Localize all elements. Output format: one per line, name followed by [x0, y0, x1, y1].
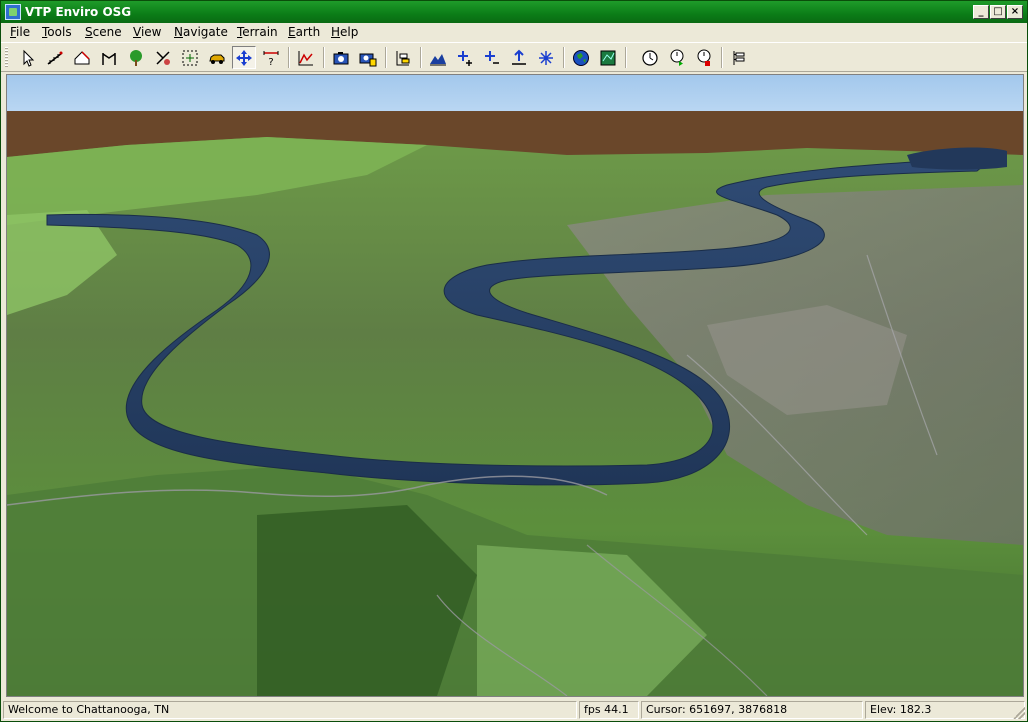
toolbar: ? — [1, 42, 1027, 72]
toolbar-separator — [420, 47, 422, 68]
clock-stop-icon[interactable] — [692, 46, 716, 69]
toolbar-separator — [323, 47, 325, 68]
select-arrow-icon[interactable] — [16, 46, 40, 69]
terrain-render — [7, 75, 1023, 696]
status-fps: fps 44.1 — [579, 701, 639, 719]
close-button[interactable]: × — [1007, 5, 1023, 19]
status-elevation: Elev: 182.3 — [865, 701, 1025, 719]
app-window: VTP Enviro OSG _ □ × File Tools Scene Vi… — [0, 0, 1028, 722]
plant-tree-icon[interactable] — [124, 46, 148, 69]
map-icon[interactable] — [596, 46, 620, 69]
camera-save-icon[interactable] — [356, 46, 380, 69]
building-tool-icon[interactable] — [70, 46, 94, 69]
menu-navigate[interactable]: Navigate — [174, 25, 228, 39]
route-tool-icon[interactable] — [97, 46, 121, 69]
camera-icon[interactable] — [329, 46, 353, 69]
title-bar[interactable]: VTP Enviro OSG _ □ × — [1, 1, 1027, 23]
scene-graph-icon[interactable] — [727, 46, 751, 69]
clock-icon[interactable] — [638, 46, 662, 69]
move-selection-icon[interactable] — [178, 46, 202, 69]
app-icon — [5, 4, 21, 20]
window-title: VTP Enviro OSG — [25, 5, 132, 19]
sky — [7, 75, 1023, 111]
menu-view[interactable]: View — [133, 25, 161, 39]
vehicle-icon[interactable] — [205, 46, 229, 69]
instance-tool-icon[interactable] — [151, 46, 175, 69]
menu-file[interactable]: File — [10, 25, 30, 39]
globe-icon[interactable] — [569, 46, 593, 69]
layers-icon[interactable] — [391, 46, 415, 69]
svg-text:?: ? — [268, 57, 273, 67]
spread-icon[interactable] — [534, 46, 558, 69]
terrain-relief-icon[interactable] — [426, 46, 450, 69]
minimize-button[interactable]: _ — [973, 5, 989, 19]
toolbar-separator — [721, 47, 723, 68]
menu-earth[interactable]: Earth — [288, 25, 320, 39]
zoom-out-icon[interactable] — [480, 46, 504, 69]
toolbar-separator — [288, 47, 290, 68]
elevation-up-icon[interactable] — [507, 46, 531, 69]
menu-tools[interactable]: Tools — [42, 25, 72, 39]
toolbar-separator — [625, 47, 627, 68]
status-bar: Welcome to Chattanooga, TN fps 44.1 Curs… — [1, 699, 1027, 721]
fence-tool-icon[interactable] — [43, 46, 67, 69]
menu-terrain[interactable]: Terrain — [237, 25, 278, 39]
menu-help[interactable]: Help — [331, 25, 358, 39]
menu-bar: File Tools Scene View Navigate Terrain E… — [1, 23, 1027, 42]
3d-viewport[interactable] — [6, 74, 1024, 697]
maximize-button[interactable]: □ — [990, 5, 1006, 19]
menu-scene[interactable]: Scene — [85, 25, 122, 39]
measure-distance-icon[interactable]: ? — [259, 46, 283, 69]
navigate-move-icon[interactable] — [232, 46, 256, 69]
toolbar-separator — [385, 47, 387, 68]
elevation-profile-icon[interactable] — [294, 46, 318, 69]
clock-play-icon[interactable] — [665, 46, 689, 69]
zoom-in-icon[interactable] — [453, 46, 477, 69]
resize-grip[interactable] — [1013, 707, 1025, 719]
status-cursor: Cursor: 651697, 3876818 — [641, 701, 863, 719]
status-message: Welcome to Chattanooga, TN — [3, 701, 577, 719]
toolbar-grip[interactable] — [5, 47, 8, 68]
toolbar-separator — [563, 47, 565, 68]
